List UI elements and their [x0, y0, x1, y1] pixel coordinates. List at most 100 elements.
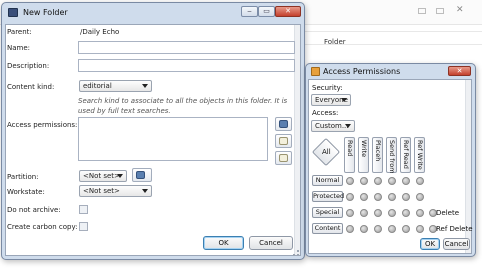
chevron-down-icon: [142, 84, 148, 88]
chevron-down-icon: [341, 98, 347, 102]
minimize-icon[interactable]: [418, 8, 426, 14]
content-kind-hint: Search kind to associate to all the obje…: [78, 97, 288, 115]
column-read-button[interactable]: Read: [344, 137, 355, 173]
column-read-label: Read: [346, 140, 354, 157]
maximize-button[interactable]: ▭: [258, 6, 275, 17]
permission-radio-protected-ref-read[interactable]: [402, 193, 410, 201]
workstate-select[interactable]: <Not set>: [79, 185, 152, 197]
edit-permission-button[interactable]: [275, 134, 292, 148]
description-input[interactable]: [78, 59, 295, 72]
content-kind-select[interactable]: editorial: [79, 80, 152, 92]
security-select[interactable]: Everyone: [311, 94, 351, 106]
maximize-icon: ▭: [263, 7, 270, 15]
security-label: Security:: [312, 84, 343, 92]
name-label: Name:: [7, 44, 31, 52]
chevron-down-icon: [142, 189, 148, 193]
close-icon: ✕: [456, 67, 463, 75]
access-select[interactable]: Custom...: [311, 120, 355, 132]
permission-radio-content-ref-write[interactable]: [416, 225, 424, 233]
permission-radio-normal-ref-read[interactable]: [402, 177, 410, 185]
special-delete-label: Delete: [436, 209, 459, 217]
ap-cancel-button[interactable]: Cancel: [443, 238, 470, 250]
permission-radio-content-write[interactable]: [360, 225, 368, 233]
row-normal-button[interactable]: Normal: [312, 175, 343, 186]
maximize-icon[interactable]: [436, 8, 444, 14]
row-content-button[interactable]: Content: [312, 223, 343, 234]
permission-radio-protected-send-from[interactable]: [388, 193, 396, 201]
content-kind-label: Content kind:: [7, 83, 55, 91]
column-ref-read-label: Ref Read: [402, 140, 410, 169]
content-ref-delete-label: Ref Delete: [436, 225, 473, 233]
workstate-label: Workstate:: [7, 188, 45, 196]
content-kind-value: editorial: [83, 82, 112, 90]
remove-icon: [279, 154, 288, 162]
new-folder-titlebar[interactable]: New Folder ‒ ▭ ✕: [2, 3, 304, 23]
row-special-button[interactable]: Special: [312, 207, 343, 218]
partition-label: Partition:: [7, 173, 39, 181]
column-placeholder-button[interactable]: Placeh: [372, 137, 383, 173]
access-permissions-label: Access permissions:: [7, 121, 78, 129]
users-icon: [279, 120, 288, 128]
folder-window-icon: [8, 8, 18, 17]
partition-value: <Not set>: [83, 172, 120, 180]
access-value: Custom...: [315, 122, 349, 130]
close-icon[interactable]: ✕: [456, 6, 464, 15]
column-placeholder-label: Placeh: [374, 140, 382, 162]
permission-radio-content-read[interactable]: [346, 225, 354, 233]
close-button[interactable]: ✕: [448, 66, 471, 76]
edit-icon: [279, 137, 288, 145]
partition-select[interactable]: <Not set>: [79, 170, 127, 182]
permission-radio-normal-ref-write[interactable]: [416, 177, 424, 185]
access-permissions-list[interactable]: [78, 117, 268, 161]
chevron-down-icon: [345, 124, 351, 128]
column-send-from-button[interactable]: Send from: [386, 137, 397, 174]
background-folder-header: Folder: [324, 38, 346, 46]
column-send-from-label: Send from: [388, 140, 396, 174]
name-input[interactable]: [78, 41, 295, 54]
remove-permission-button[interactable]: [275, 151, 292, 165]
create-carbon-copy-checkbox[interactable]: [79, 222, 88, 231]
permission-radio-content-ref-read[interactable]: [402, 225, 410, 233]
permission-radio-special-read[interactable]: [346, 209, 354, 217]
permission-radio-normal-send-from[interactable]: [388, 177, 396, 185]
permission-radio-content-send-from[interactable]: [388, 225, 396, 233]
permission-radio-protected-ref-write[interactable]: [416, 193, 424, 201]
permission-radio-protected-read[interactable]: [346, 193, 354, 201]
row-protected-button[interactable]: Protected: [312, 191, 344, 202]
add-permission-button[interactable]: [275, 117, 292, 131]
ok-button[interactable]: OK: [203, 236, 244, 250]
cancel-button[interactable]: Cancel: [249, 236, 293, 250]
permission-radio-normal-placeholder[interactable]: [374, 177, 382, 185]
chevron-down-icon: [117, 174, 123, 178]
permission-radio-special-ref-read[interactable]: [402, 209, 410, 217]
description-label: Description:: [7, 62, 50, 70]
parent-label: Parent:: [7, 28, 32, 36]
resize-grip[interactable]: [293, 250, 299, 256]
permission-radio-protected-placeholder[interactable]: [374, 193, 382, 201]
all-label: All: [322, 148, 331, 156]
access-permissions-title: Access Permissions: [323, 67, 401, 76]
permission-radio-special-send-from[interactable]: [388, 209, 396, 217]
column-write-label: Write: [360, 140, 368, 158]
close-button[interactable]: ✕: [275, 6, 301, 17]
do-not-archive-checkbox[interactable]: [79, 205, 88, 214]
access-permissions-titlebar[interactable]: Access Permissions ✕: [306, 64, 475, 79]
permission-radio-protected-write[interactable]: [360, 193, 368, 201]
minimize-button[interactable]: ‒: [241, 6, 258, 17]
column-ref-write-button[interactable]: Ref Write: [414, 137, 425, 173]
partition-icon: [136, 171, 145, 179]
column-write-button[interactable]: Write: [358, 137, 369, 173]
permission-radio-special-placeholder[interactable]: [374, 209, 382, 217]
access-label: Access:: [312, 109, 339, 117]
ap-ok-button[interactable]: OK: [420, 238, 440, 250]
partition-browse-button[interactable]: [132, 168, 152, 182]
permission-radio-normal-write[interactable]: [360, 177, 368, 185]
close-icon: ✕: [285, 7, 291, 15]
permission-radio-content-placeholder[interactable]: [374, 225, 382, 233]
workstate-value: <Not set>: [83, 187, 120, 195]
permission-radio-normal-read[interactable]: [346, 177, 354, 185]
parent-value: /Daily Echo: [80, 28, 120, 36]
permission-radio-special-ref-write[interactable]: [416, 209, 424, 217]
permission-radio-special-write[interactable]: [360, 209, 368, 217]
column-ref-read-button[interactable]: Ref Read: [400, 137, 411, 173]
